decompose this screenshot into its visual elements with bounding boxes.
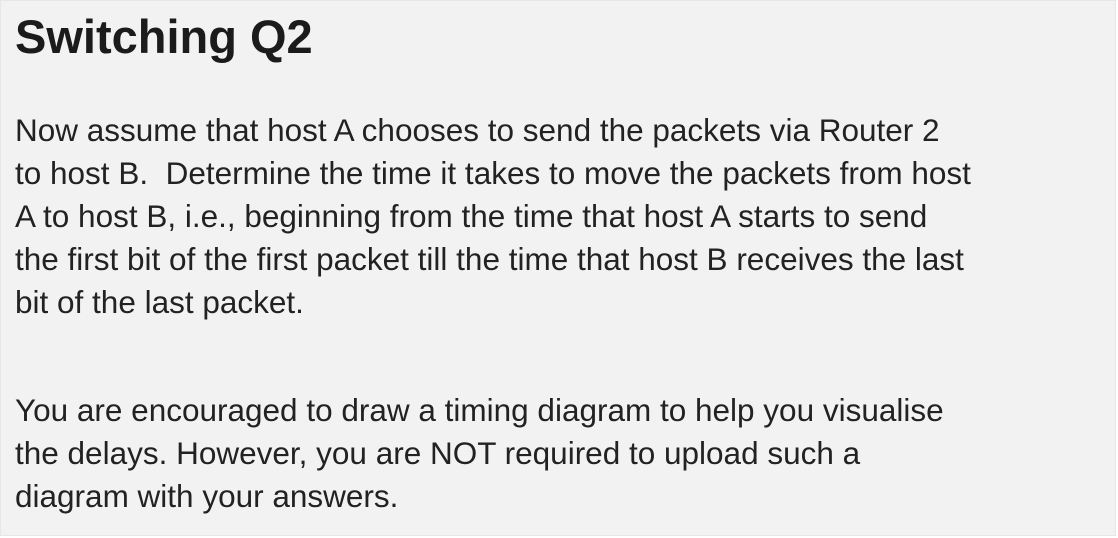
question-card: Switching Q2 Now assume that host A choo… [0, 0, 1116, 536]
question-paragraph-1: Now assume that host A chooses to send t… [15, 109, 1105, 324]
paragraph-line: bit of the last packet. [15, 284, 304, 320]
question-title: Switching Q2 [15, 10, 313, 63]
paragraph-line: to host B. Determine the time it takes t… [15, 155, 971, 191]
paragraph-line: A to host B, i.e., beginning from the ti… [15, 198, 928, 234]
paragraph-line: Now assume that host A chooses to send t… [15, 112, 940, 148]
question-paragraph-2: You are encouraged to draw a timing diag… [15, 389, 1105, 518]
paragraph-line: the delays. However, you are NOT require… [15, 435, 861, 471]
paragraph-line: the first bit of the first packet till t… [15, 241, 964, 277]
paragraph-line: diagram with your answers. [15, 478, 399, 514]
paragraph-line: You are encouraged to draw a timing diag… [15, 392, 944, 428]
